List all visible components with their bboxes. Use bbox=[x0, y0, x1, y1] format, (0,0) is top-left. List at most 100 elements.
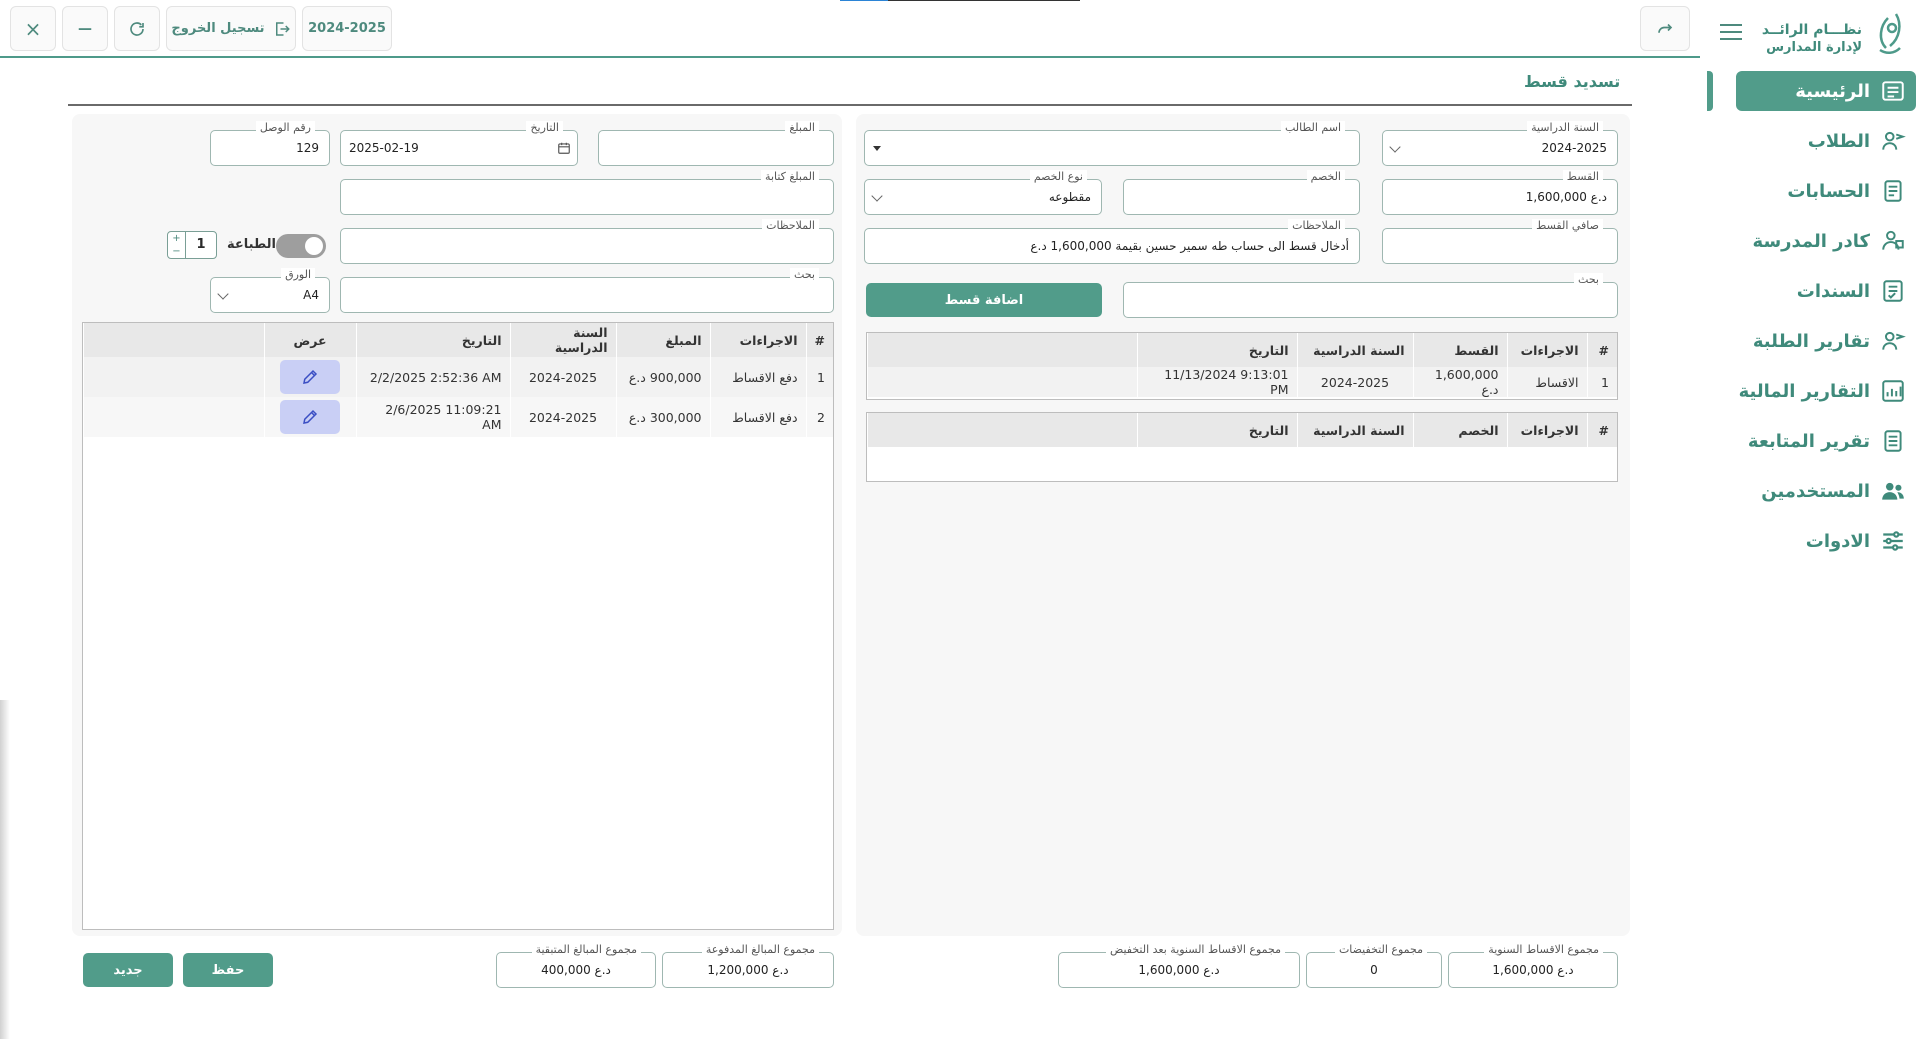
logout-button[interactable]: تسجيل الخروج bbox=[166, 6, 296, 51]
decrement-icon[interactable]: − bbox=[168, 245, 185, 258]
sidebar-item-vouchers[interactable]: السندات bbox=[1736, 271, 1916, 311]
caret-down-icon bbox=[873, 146, 881, 151]
chevron-down-icon bbox=[871, 190, 883, 202]
cell-blank bbox=[867, 367, 1137, 397]
cell-school-year: 2024-2025 bbox=[509, 357, 617, 397]
col-header-discount: الخصم bbox=[1412, 413, 1507, 447]
top-bar: × — تسجيل الخروج 2024-2025 bbox=[0, 0, 1700, 58]
col-header-view: عرض bbox=[263, 323, 357, 357]
installment-notes-field[interactable]: الملاحظات أدخال قسط الى حساب طه سمير حسي… bbox=[864, 219, 1360, 264]
payment-search-input[interactable]: بحث bbox=[340, 268, 834, 313]
col-header-date: التاريخ bbox=[1136, 333, 1297, 367]
payment-notes-field[interactable]: الملاحظات bbox=[340, 219, 834, 264]
col-header-index: # bbox=[1586, 333, 1617, 367]
discount-label: الخصم bbox=[1306, 170, 1345, 184]
refresh-button[interactable] bbox=[114, 6, 160, 51]
app-logo: نظـــام الرائــد لإدارة المدارس bbox=[1706, 8, 1906, 64]
academic-year-badge[interactable]: 2024-2025 bbox=[302, 6, 392, 51]
staff-icon bbox=[1882, 230, 1904, 250]
receipt-number-field[interactable]: رقم الوصل 129 bbox=[210, 121, 330, 166]
payment-search-label: بحث bbox=[790, 268, 819, 282]
col-header-index: # bbox=[1586, 413, 1617, 447]
discounts-total-label: مجموع التخفيضات bbox=[1334, 943, 1427, 957]
col-header-school-year: السنة الدراسية bbox=[509, 323, 617, 357]
school-year-select[interactable]: السنة الدراسية 2024-2025 bbox=[1382, 121, 1618, 166]
cell-actions: دفع الاقساط bbox=[709, 397, 807, 437]
sidebar-item-staff[interactable]: كادر المدرسة bbox=[1736, 221, 1916, 261]
col-header-amount: المبلغ bbox=[615, 323, 711, 357]
remaining-total: مجموع المبالغ المتبقية 400,000 د.ع bbox=[496, 943, 656, 988]
remaining-total-label: مجموع المبالغ المتبقية bbox=[531, 943, 641, 957]
table-header-row: # الاجراءات المبلغ السنة الدراسية التاري… bbox=[83, 323, 833, 357]
student-name-select[interactable]: اسم الطالب bbox=[864, 121, 1360, 166]
close-window-button[interactable]: × bbox=[10, 6, 56, 51]
print-toggle[interactable] bbox=[276, 234, 326, 258]
copies-stepper[interactable]: + − 1 bbox=[167, 231, 217, 259]
accounts-icon bbox=[1884, 180, 1902, 202]
tools-icon bbox=[1883, 531, 1903, 551]
sidebar-item-users[interactable]: المستخدمين bbox=[1736, 471, 1916, 511]
cell-date: 11/13/2024 9:13:01 PM bbox=[1136, 367, 1297, 397]
new-button[interactable]: جديد bbox=[83, 953, 173, 987]
chevron-down-icon bbox=[217, 288, 229, 300]
add-installment-button[interactable]: اضافة قسط bbox=[866, 283, 1102, 317]
table-row[interactable]: 2 دفع الاقساط 300,000 د.ع 2024-2025 2/6/… bbox=[83, 397, 833, 437]
edge-shadow bbox=[0, 700, 10, 1039]
sidebar-item-home[interactable]: الرئيسية bbox=[1736, 71, 1916, 111]
sidebar-item-financial-reports[interactable]: التقارير المالية bbox=[1736, 371, 1916, 411]
active-indicator bbox=[1707, 71, 1713, 111]
sidebar-item-student-reports[interactable]: تقارير الطلبة bbox=[1736, 321, 1916, 361]
sidebar-item-label: السندات bbox=[1796, 280, 1870, 302]
sidebar-item-accounts[interactable]: الحسابات bbox=[1736, 171, 1916, 211]
edit-row-button[interactable] bbox=[280, 360, 341, 394]
installment-field[interactable]: القسط 1,600,000 د.ع bbox=[1382, 170, 1618, 215]
followup-report-icon bbox=[1884, 430, 1902, 452]
annual-after-discount-label: مجموع الاقساط السنوية بعد التخفيض bbox=[1105, 943, 1285, 957]
cell-date: 2/6/2025 11:09:21 AM bbox=[355, 397, 511, 437]
student-name-label: اسم الطالب bbox=[1280, 121, 1345, 135]
annual-after-discount-value: 1,600,000 د.ع bbox=[1138, 963, 1220, 977]
pencil-icon bbox=[303, 409, 318, 424]
calendar-icon[interactable] bbox=[557, 141, 571, 155]
cell-installment: 1,600,000 د.ع bbox=[1412, 367, 1507, 397]
installment-search-input[interactable]: بحث bbox=[1123, 273, 1618, 318]
cell-amount: 300,000 د.ع bbox=[615, 397, 711, 437]
amount-in-words-field[interactable]: المبلغ كتابة bbox=[340, 170, 834, 215]
installment-label: القسط bbox=[1562, 170, 1603, 184]
paid-total-label: مجموع المبالغ المدفوعة bbox=[701, 943, 819, 957]
table-row[interactable]: 1 دفع الاقساط 900,000 د.ع 2024-2025 2/2/… bbox=[83, 357, 833, 397]
net-installment-label: صافي القسط bbox=[1532, 219, 1603, 233]
amount-field[interactable]: المبلغ bbox=[598, 121, 834, 166]
installments-table: # الاجراءات القسط السنة الدراسية التاريخ… bbox=[866, 332, 1618, 400]
increment-icon[interactable]: + bbox=[168, 232, 185, 245]
sidebar-item-followup-report[interactable]: تقرير المتابعة bbox=[1736, 421, 1916, 461]
minimize-window-button[interactable]: — bbox=[62, 6, 108, 51]
discount-field[interactable]: الخصم bbox=[1123, 170, 1360, 215]
save-button[interactable]: حفظ bbox=[183, 953, 273, 987]
date-field[interactable]: التاريخ 2025-02-19 bbox=[340, 121, 578, 166]
installment-search-label: بحث bbox=[1574, 273, 1603, 287]
table-row[interactable]: 1 الاقساط 1,600,000 د.ع 2024-2025 11/13/… bbox=[867, 367, 1617, 397]
col-header-date: التاريخ bbox=[355, 323, 511, 357]
sidebar-item-label: كادر المدرسة bbox=[1752, 230, 1870, 252]
sidebar-item-tools[interactable]: الادوات bbox=[1736, 521, 1916, 561]
sidebar-item-label: تقرير المتابعة bbox=[1747, 430, 1870, 452]
stepper-arrows[interactable]: + − bbox=[168, 232, 186, 258]
sidebar-item-label: التقارير المالية bbox=[1738, 380, 1870, 402]
sidebar-item-label: تقارير الطلبة bbox=[1752, 330, 1870, 352]
annual-after-discount-total: مجموع الاقساط السنوية بعد التخفيض 1,600,… bbox=[1058, 943, 1300, 988]
close-icon: × bbox=[24, 16, 42, 41]
col-header-index: # bbox=[805, 323, 833, 357]
logout-icon bbox=[275, 21, 290, 36]
edit-row-button[interactable] bbox=[280, 400, 341, 434]
print-label: الطباعة bbox=[227, 237, 276, 252]
forward-button[interactable] bbox=[1640, 6, 1690, 51]
discount-type-select[interactable]: نوع الخصم مقطوعه bbox=[864, 170, 1102, 215]
net-installment-field[interactable]: صافي القسط bbox=[1382, 219, 1618, 264]
cell-date: 2/2/2025 2:52:36 AM bbox=[355, 357, 511, 397]
students-icon bbox=[1882, 131, 1906, 150]
col-header-installment: القسط bbox=[1412, 333, 1507, 367]
date-value: 2025-02-19 bbox=[349, 141, 419, 155]
paper-size-select[interactable]: الورق A4 bbox=[210, 268, 330, 313]
sidebar-item-students[interactable]: الطلاب bbox=[1736, 121, 1916, 161]
